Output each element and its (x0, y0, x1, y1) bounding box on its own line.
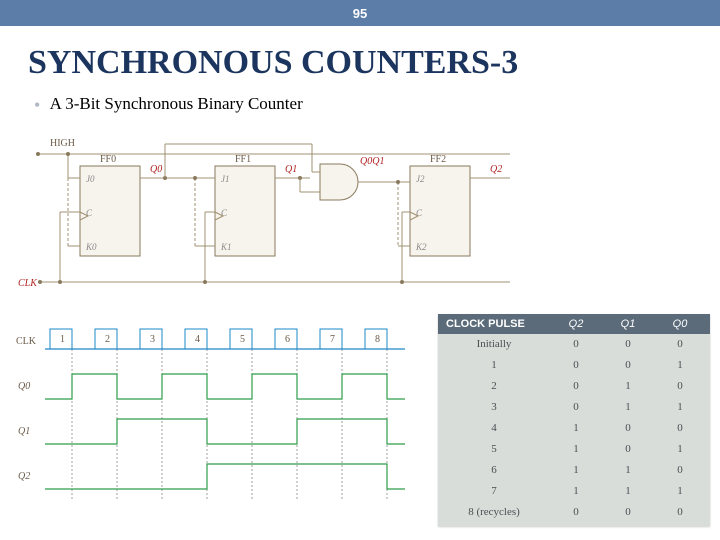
k2-label: K2 (415, 242, 427, 252)
j2-label: J2 (416, 174, 425, 184)
table-row: 3011 (438, 397, 710, 418)
circuit-diagram: HIGH CLK FF0 J0 C K0 Q0 (10, 124, 550, 304)
ff1-block: FF1 J1 C K1 Q1 (175, 154, 310, 284)
ff2-label: FF2 (430, 154, 446, 165)
q2-waveform (45, 464, 405, 489)
truth-table-body: Initially000 1001 2010 3011 4100 5101 61… (438, 334, 710, 523)
th-q0: Q0 (654, 318, 706, 330)
timing-q1-label: Q1 (18, 426, 30, 437)
table-row: 5101 (438, 439, 710, 460)
table-row: 4100 (438, 418, 710, 439)
th-q1: Q1 (602, 318, 654, 330)
ff0-block: FF0 J0 C K0 Q0 (58, 152, 175, 284)
truth-table: CLOCK PULSE Q2 Q1 Q0 Initially000 1001 2… (438, 314, 710, 526)
svg-text:6: 6 (285, 334, 290, 345)
svg-text:5: 5 (240, 334, 245, 345)
timing-q0-label: Q0 (18, 381, 30, 392)
svg-text:7: 7 (330, 334, 335, 345)
ff0-label: FF0 (100, 154, 116, 165)
page-number: 95 (353, 6, 367, 21)
k0-label: K0 (85, 242, 97, 252)
table-row: Initially000 (438, 334, 710, 355)
q1-waveform (45, 419, 405, 444)
truth-table-header: CLOCK PULSE Q2 Q1 Q0 (438, 314, 710, 334)
high-label: HIGH (50, 138, 75, 149)
timing-clk-label: CLK (16, 336, 37, 347)
svg-text:3: 3 (150, 334, 155, 345)
svg-text:8: 8 (375, 334, 380, 345)
and-gate: Q0Q1 (165, 144, 390, 200)
table-row: 1001 (438, 355, 710, 376)
th-q2: Q2 (550, 318, 602, 330)
ff1-label: FF1 (235, 154, 251, 165)
clk-label: CLK (18, 278, 38, 289)
slide-subtitle: A 3-Bit Synchronous Binary Counter (50, 94, 303, 113)
ff2-block: FF2 J2 C K2 Q2 (390, 154, 510, 284)
j0-label: J0 (86, 174, 95, 184)
table-row: 2010 (438, 376, 710, 397)
slide-subtitle-row: • A 3-Bit Synchronous Binary Counter (0, 88, 720, 124)
timing-diagram: CLK Q0 Q1 Q2 1 2 3 4 5 6 7 8 (10, 314, 430, 514)
slide-content: HIGH CLK FF0 J0 C K0 Q0 (0, 124, 720, 534)
q0-label: Q0 (150, 164, 162, 175)
j1-label: J1 (221, 174, 230, 184)
table-row: 8 (recycles)000 (438, 502, 710, 523)
slide-title: SYNCHRONOUS COUNTERS-3 (0, 26, 720, 88)
q0q1-label: Q0Q1 (360, 156, 384, 167)
q2-label: Q2 (490, 164, 502, 175)
svg-text:2: 2 (105, 334, 110, 345)
svg-text:4: 4 (195, 334, 200, 345)
slide-number-bar: 95 (0, 0, 720, 26)
bullet-icon: • (34, 95, 40, 115)
svg-text:1: 1 (60, 334, 65, 345)
timing-q2-label: Q2 (18, 471, 30, 482)
table-row: 6110 (438, 460, 710, 481)
k1-label: K1 (220, 242, 232, 252)
clk-waveform (45, 329, 405, 349)
table-row: 7111 (438, 481, 710, 502)
th-clock-pulse: CLOCK PULSE (438, 318, 550, 330)
q0-waveform (45, 374, 405, 399)
timing-ticks: 1 2 3 4 5 6 7 8 (60, 334, 387, 499)
q1-label: Q1 (285, 164, 297, 175)
